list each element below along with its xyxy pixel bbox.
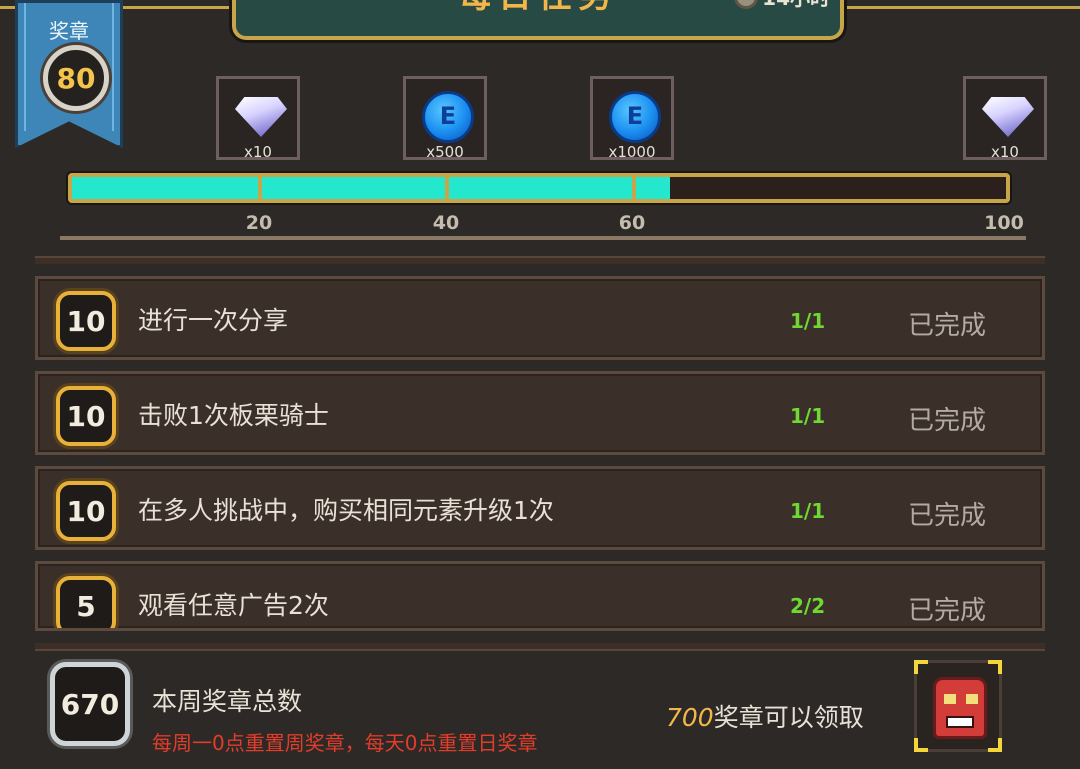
reset-timer: 14小时 <box>734 0 830 11</box>
task-name: 进行一次分享 <box>138 306 289 335</box>
bar-divider <box>445 177 449 199</box>
weekly-total-badge: 670 <box>50 662 130 746</box>
task-reward-badge: 10 <box>56 291 116 351</box>
task-status: 已完成 <box>908 311 987 341</box>
medal-progress-bar <box>68 173 1010 203</box>
task-row[interactable]: 10 在多人挑战中，购买相同元素升级1次 1/1 已完成 <box>35 466 1045 550</box>
medal-count: 80 <box>43 45 109 111</box>
task-name: 观看任意广告2次 <box>138 591 329 620</box>
task-row[interactable]: 10 进行一次分享 1/1 已完成 <box>35 276 1045 360</box>
task-reward-badge: 5 <box>56 576 116 628</box>
task-reward-badge: 10 <box>56 386 116 446</box>
task-progress: 2/2 <box>790 594 826 618</box>
tick-label-40: 40 <box>432 212 460 234</box>
medal-label: 奖章 <box>49 19 89 43</box>
tick-label-100: 100 <box>984 212 1024 234</box>
coin-icon <box>609 91 661 143</box>
milestone-reward-40[interactable]: x500 <box>403 76 487 161</box>
milestone-reward-60[interactable]: x1000 <box>590 76 674 161</box>
task-progress: 1/1 <box>790 309 826 333</box>
weekly-total-label: 本周奖章总数 <box>152 687 303 716</box>
diamond-icon <box>235 97 287 137</box>
task-status: 已完成 <box>908 501 987 531</box>
header-line-right <box>844 6 1080 9</box>
claim-requirement: 700奖章可以领取 <box>666 698 864 734</box>
reward-qty: x1000 <box>608 143 656 161</box>
title-banner: 每日任务 14小时 <box>232 0 844 40</box>
clock-icon <box>734 0 759 9</box>
claim-number: 700 <box>666 703 714 732</box>
task-name: 击败1次板栗骑士 <box>138 401 329 430</box>
progress-rail <box>60 236 1026 240</box>
claim-label: 奖章可以领取 <box>713 703 864 732</box>
list-divider-bottom <box>35 643 1045 651</box>
reward-qty: x10 <box>991 143 1019 161</box>
bar-divider <box>632 177 636 199</box>
task-row[interactable]: 10 击败1次板栗骑士 1/1 已完成 <box>35 371 1045 455</box>
timer-text: 14小时 <box>762 0 830 11</box>
list-divider-top <box>35 256 1045 264</box>
coin-icon <box>422 91 474 143</box>
task-status: 已完成 <box>908 596 987 626</box>
reward-qty: x500 <box>426 143 464 161</box>
milestone-reward-100[interactable]: x10 <box>963 76 1047 161</box>
task-name: 在多人挑战中，购买相同元素升级1次 <box>138 496 554 525</box>
task-row[interactable]: 5 观看任意广告2次 2/2 已完成 <box>35 561 1045 631</box>
task-reward-badge: 10 <box>56 481 116 541</box>
weekly-reward-chest[interactable] <box>914 660 1002 752</box>
diamond-icon <box>982 97 1034 137</box>
task-progress: 1/1 <box>790 499 826 523</box>
progress-fill <box>72 177 670 199</box>
daily-tasks-screen: 每日任务 14小时 奖章 80 x10 x500 x1000 x10 20 40… <box>0 0 1080 769</box>
task-progress: 1/1 <box>790 404 826 428</box>
bar-divider <box>258 177 262 199</box>
reset-note: 每周一0点重置周奖章，每天0点重置日奖章 <box>152 731 538 755</box>
reward-qty: x10 <box>244 143 272 161</box>
milestone-reward-20[interactable]: x10 <box>216 76 300 161</box>
monster-chest-icon <box>933 677 987 739</box>
medal-ribbon: 奖章 80 <box>15 0 123 148</box>
tick-label-60: 60 <box>618 212 646 234</box>
task-status: 已完成 <box>908 406 987 436</box>
tick-label-20: 20 <box>245 212 273 234</box>
